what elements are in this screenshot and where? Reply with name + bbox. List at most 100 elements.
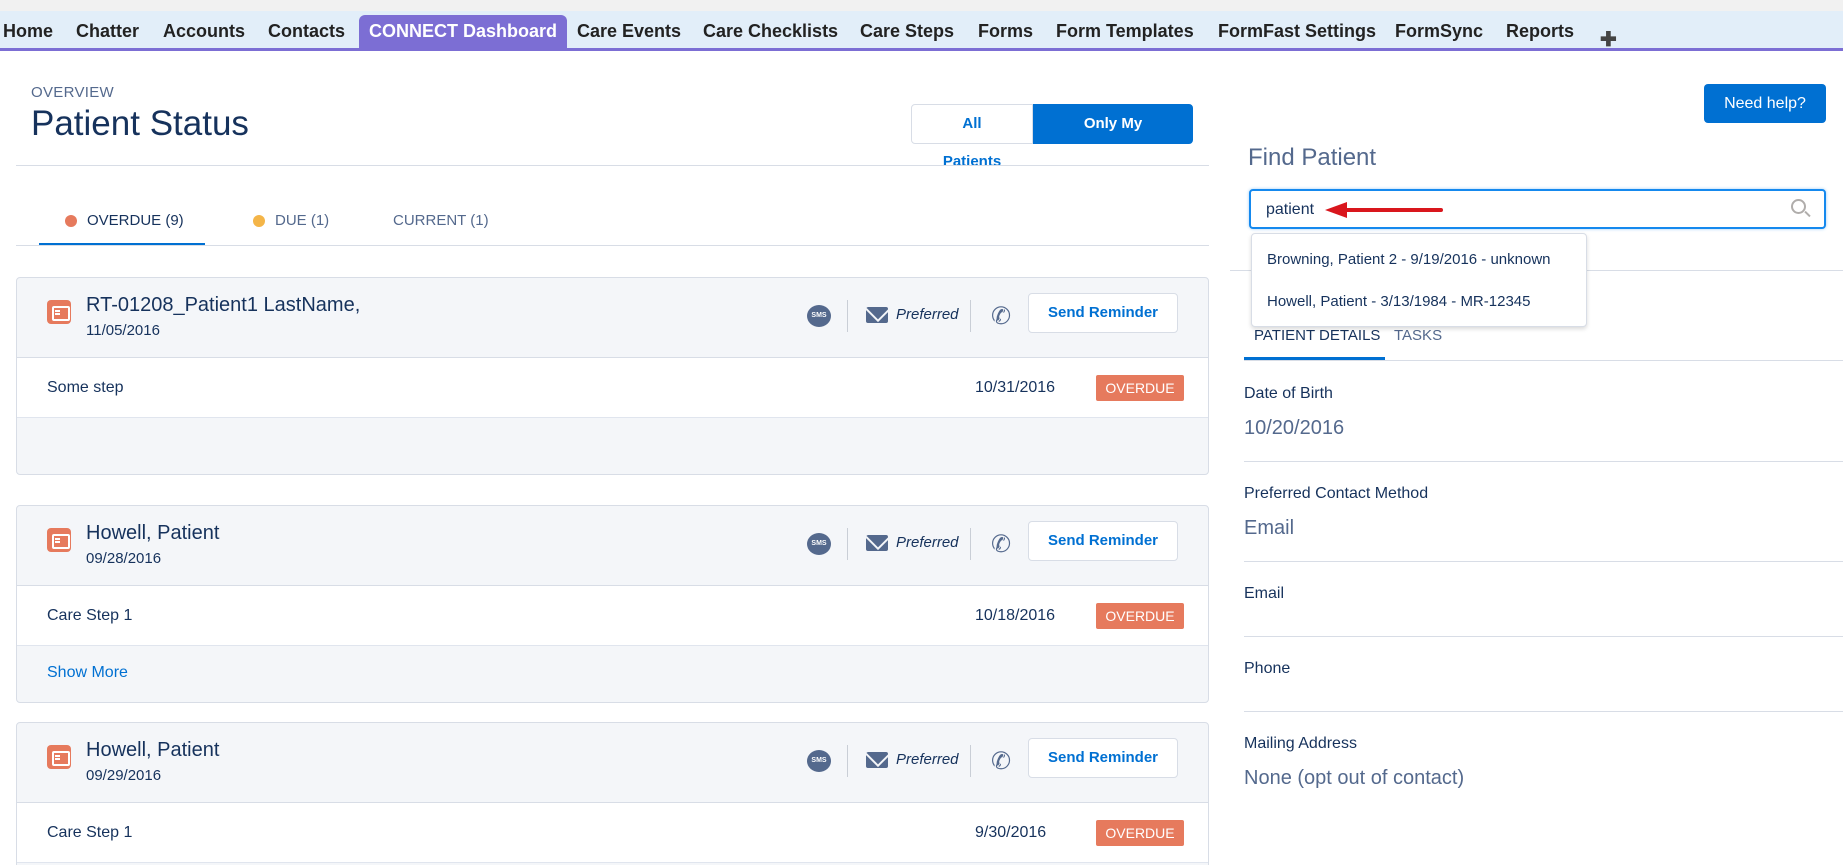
tab-formfast-settings[interactable]: FormFast Settings	[1208, 15, 1386, 48]
tab-due[interactable]: DUE (1)	[253, 212, 329, 229]
sms-icon[interactable]: SMS	[807, 750, 831, 772]
tab-due-label: DUE (1)	[275, 212, 330, 229]
annotation-arrow-icon	[1325, 202, 1443, 218]
patient-card-header: Howell, Patient 09/29/2016 SMS Preferred…	[17, 723, 1208, 803]
tab-home[interactable]: Home	[0, 15, 63, 48]
field-value-mailing-address: None (opt out of contact)	[1244, 767, 1465, 789]
tab-contacts[interactable]: Contacts	[258, 15, 355, 48]
contact-card-icon	[47, 528, 71, 552]
due-dot-icon	[253, 214, 265, 227]
all-patients-button[interactable]: All Patients	[911, 104, 1033, 170]
divider	[1244, 461, 1843, 462]
page-title: Patient Status	[31, 104, 249, 143]
page-eyebrow: OVERVIEW	[31, 84, 114, 101]
patient-date: 09/29/2016	[86, 767, 162, 784]
separator	[970, 745, 971, 777]
contact-card-icon	[47, 300, 71, 324]
search-icon[interactable]	[1791, 199, 1806, 214]
tab-formsync[interactable]: FormSync	[1385, 15, 1493, 48]
preferred-label: Preferred	[896, 306, 959, 323]
status-badge: OVERDUE	[1096, 603, 1184, 629]
browser-strip	[0, 0, 1843, 11]
tab-accounts[interactable]: Accounts	[153, 15, 255, 48]
show-more-link[interactable]: Show More	[47, 664, 128, 682]
phone-icon[interactable]: ✆	[991, 302, 1011, 331]
suggestion-item[interactable]: Browning, Patient 2 - 9/19/2016 - unknow…	[1267, 251, 1551, 268]
tab-overdue-label: OVERDUE (9)	[87, 212, 184, 229]
tab-forms[interactable]: Forms	[968, 15, 1043, 48]
status-badge: OVERDUE	[1096, 375, 1184, 401]
patient-name[interactable]: Howell, Patient	[86, 522, 219, 545]
tab-current[interactable]: CURRENT (1)	[393, 212, 489, 229]
field-label-contact-method: Preferred Contact Method	[1244, 485, 1429, 502]
preferred-label: Preferred	[896, 534, 959, 551]
field-label-email: Email	[1244, 585, 1285, 602]
divider	[1244, 561, 1843, 562]
tab-tasks[interactable]: TASKS	[1394, 327, 1442, 344]
app-tab-bar: Home Chatter Accounts Contacts CONNECT D…	[0, 11, 1843, 51]
divider	[16, 245, 1209, 246]
divider	[1244, 711, 1843, 712]
tab-current-label: CURRENT (1)	[393, 212, 489, 229]
separator	[970, 300, 971, 332]
tab-reports[interactable]: Reports	[1496, 15, 1584, 48]
care-step-row: Some step 10/31/2016 OVERDUE	[17, 358, 1208, 418]
suggestion-item[interactable]: Howell, Patient - 3/13/1984 - MR-12345	[1267, 293, 1530, 310]
patient-card-header: RT-01208_Patient1 LastName, 11/05/2016 S…	[17, 278, 1208, 358]
tab-connect-dashboard[interactable]: CONNECT Dashboard	[359, 15, 568, 48]
contact-card-icon	[47, 745, 71, 769]
field-label-dob: Date of Birth	[1244, 385, 1333, 402]
phone-icon[interactable]: ✆	[991, 747, 1011, 776]
tab-chatter[interactable]: Chatter	[66, 15, 149, 48]
care-step-name: Care Step 1	[47, 824, 133, 841]
overdue-dot-icon	[65, 214, 77, 227]
need-help-button[interactable]: Need help?	[1704, 84, 1826, 123]
sms-icon[interactable]: SMS	[807, 305, 831, 327]
patient-date: 11/05/2016	[86, 322, 160, 339]
phone-icon[interactable]: ✆	[991, 530, 1011, 559]
tab-overdue[interactable]: OVERDUE (9)	[65, 212, 184, 229]
separator	[847, 528, 848, 560]
card-footer	[17, 418, 1208, 473]
search-value: patient	[1266, 201, 1315, 218]
care-step-row: Care Step 1 9/30/2016 OVERDUE	[17, 803, 1208, 863]
tab-form-templates[interactable]: Form Templates	[1046, 15, 1204, 48]
find-patient-title: Find Patient	[1248, 144, 1377, 171]
tab-patient-details[interactable]: PATIENT DETAILS	[1254, 327, 1380, 344]
patient-date: 09/28/2016	[86, 550, 162, 567]
tab-care-checklists[interactable]: Care Checklists	[693, 15, 848, 48]
tab-care-events[interactable]: Care Events	[567, 15, 691, 48]
patient-name[interactable]: RT-01208_Patient1 LastName,	[86, 294, 360, 317]
care-step-name: Some step	[47, 379, 124, 396]
email-icon[interactable]	[866, 535, 888, 551]
preferred-label: Preferred	[896, 751, 959, 768]
patient-card: Howell, Patient 09/28/2016 SMS Preferred…	[16, 505, 1209, 703]
field-value-contact-method: Email	[1244, 517, 1295, 539]
care-step-date: 10/18/2016	[975, 607, 1056, 624]
patient-filter-group: All Patients Only My Patients	[911, 104, 1193, 170]
patient-card: RT-01208_Patient1 LastName, 11/05/2016 S…	[16, 277, 1209, 475]
plus-icon[interactable]: ✚	[1600, 27, 1617, 52]
email-icon[interactable]	[866, 752, 888, 768]
care-step-date: 9/30/2016	[975, 824, 1047, 841]
divider	[1244, 636, 1843, 637]
divider	[16, 165, 1209, 166]
send-reminder-button[interactable]: Send Reminder	[1028, 521, 1178, 561]
send-reminder-button[interactable]: Send Reminder	[1028, 293, 1178, 333]
patient-card: Howell, Patient 09/29/2016 SMS Preferred…	[16, 722, 1209, 865]
search-suggestions: Browning, Patient 2 - 9/19/2016 - unknow…	[1251, 233, 1587, 327]
email-icon[interactable]	[866, 307, 888, 323]
send-reminder-button[interactable]: Send Reminder	[1028, 738, 1178, 778]
care-step-name: Care Step 1	[47, 607, 133, 624]
care-step-row: Care Step 1 10/18/2016 OVERDUE	[17, 586, 1208, 646]
divider	[1244, 360, 1843, 361]
card-footer: Show More	[17, 646, 1208, 701]
tab-care-steps[interactable]: Care Steps	[850, 15, 964, 48]
patient-card-header: Howell, Patient 09/28/2016 SMS Preferred…	[17, 506, 1208, 586]
field-label-phone: Phone	[1244, 660, 1291, 677]
only-my-patients-button[interactable]: Only My Patients	[1033, 104, 1193, 170]
field-label-mailing-address: Mailing Address	[1244, 735, 1357, 752]
separator	[970, 528, 971, 560]
sms-icon[interactable]: SMS	[807, 533, 831, 555]
patient-name[interactable]: Howell, Patient	[86, 739, 219, 762]
